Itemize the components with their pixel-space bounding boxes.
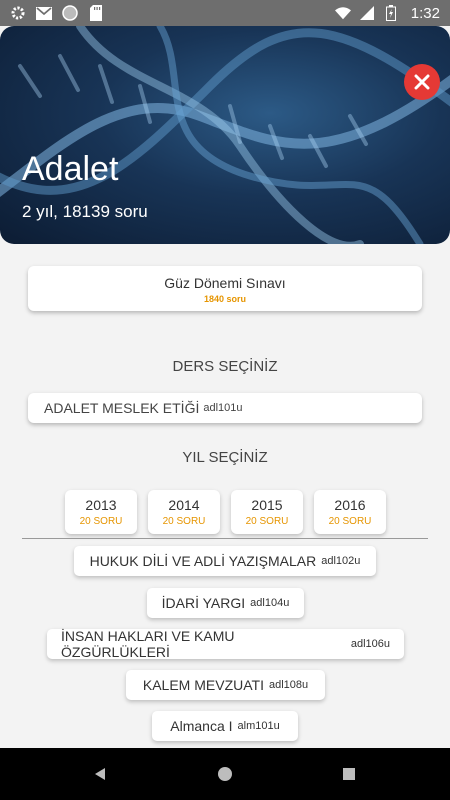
page-title: Adalet [22,150,119,188]
course-item-name: İNSAN HAKLARI VE KAMU ÖZGÜRLÜKLERİ [61,628,235,660]
course-item-name: HUKUK DİLİ VE ADLİ YAZIŞMALAR [89,553,317,569]
year-question-count: 20 SORU [245,516,289,527]
recents-icon [343,768,355,780]
year-label: 2013 [85,497,117,513]
course-select-button[interactable]: ADALET MESLEK ETİĞİ adl101u [28,393,422,423]
course-item-code: adl108u [268,679,309,691]
cell-signal-icon [359,5,375,21]
navigation-bar [0,748,450,800]
course-item-adl102u[interactable]: HUKUK DİLİ VE ADLİ YAZIŞMALAR adl102u [74,546,376,576]
divider [22,538,428,539]
status-time: 1:32 [410,4,440,22]
course-item-alm101u[interactable]: Almanca I alm101u [152,711,298,741]
home-button[interactable] [213,762,237,786]
back-icon [95,768,105,780]
course-item-adl104u[interactable]: İDARİ YARGI adl104u [147,588,304,618]
status-bar: 1:32 [0,0,450,26]
home-icon [218,767,232,781]
back-button[interactable] [88,762,112,786]
recents-button[interactable] [337,762,361,786]
year-section-heading: YIL SEÇİNİZ [182,449,268,466]
gear-icon [10,5,26,21]
status-right-icons: 1:32 [334,4,440,22]
status-left-icons [10,5,104,21]
course-item-code: adl102u [321,555,361,567]
course-item-code: adl106u [350,638,390,650]
year-label: 2014 [168,497,200,513]
course-item-code: alm101u [237,720,280,732]
course-item-code: adl104u [250,597,290,609]
year-button-2015[interactable]: 2015 20 SORU [231,490,303,534]
year-label: 2016 [334,497,366,513]
exam-period-count: 1840 soru [203,294,247,304]
course-item-adl108u[interactable]: KALEM MEVZUATI adl108u [126,670,325,700]
wifi-icon [334,5,351,21]
year-label: 2015 [251,497,283,513]
close-icon [414,74,430,90]
course-item-name: İDARİ YARGI [161,595,246,611]
course-item-adl106u[interactable]: İNSAN HAKLARI VE KAMU ÖZGÜRLÜKLERİ adl10… [47,628,404,660]
year-button-2014[interactable]: 2014 20 SORU [148,490,220,534]
close-button[interactable] [404,64,440,100]
course-item-name: KALEM MEVZUATI [142,677,264,693]
sd-card-icon [88,5,104,21]
course-item-name: Almanca I [170,718,233,734]
course-section-heading: DERS SEÇİNİZ [172,358,278,375]
header-banner: Adalet 2 yıl, 18139 soru [0,26,450,244]
circle-icon [62,5,78,21]
exam-period-label: Güz Dönemi Sınavı [164,275,286,291]
gmail-icon [36,5,52,21]
year-button-2013[interactable]: 2013 20 SORU [65,490,137,534]
year-question-count: 20 SORU [79,516,123,527]
exam-period-button[interactable]: Güz Dönemi Sınavı 1840 soru [28,266,422,311]
selected-course-code: adl101u [203,402,243,414]
battery-charging-icon [383,5,399,21]
year-question-count: 20 SORU [328,516,372,527]
year-button-2016[interactable]: 2016 20 SORU [314,490,386,534]
selected-course-name: ADALET MESLEK ETİĞİ [44,400,200,416]
year-question-count: 20 SORU [162,516,206,527]
page-subtitle: 2 yıl, 18139 soru [22,202,148,221]
